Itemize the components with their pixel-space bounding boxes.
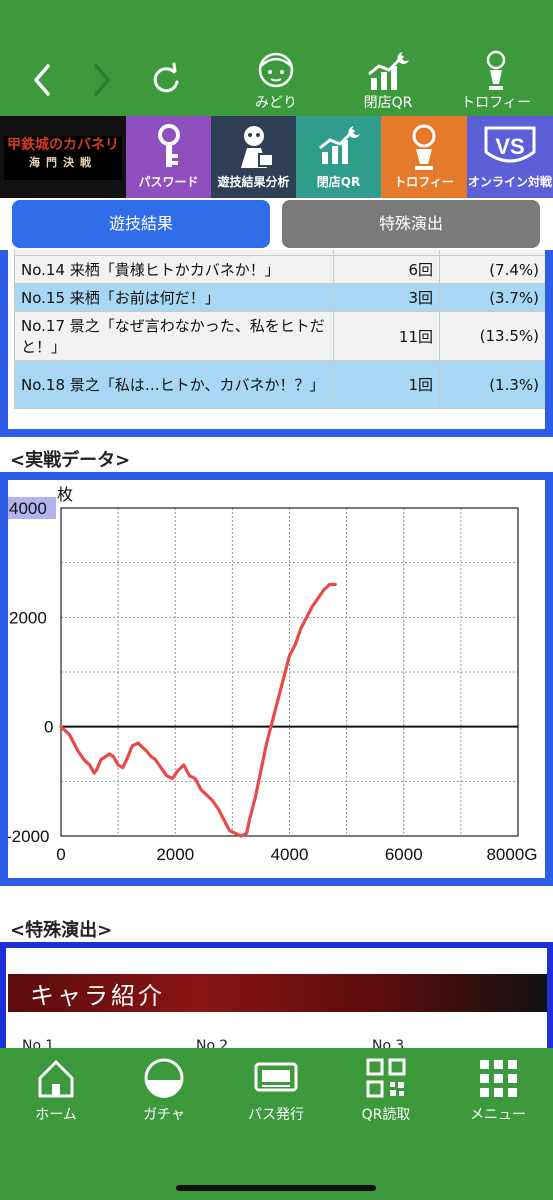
nav-qr-read[interactable]: QR読取 <box>336 1056 436 1124</box>
chart-moon-icon <box>318 126 360 164</box>
x-tick-label: 6000 <box>385 845 423 864</box>
tab-special[interactable]: 特殊演出 <box>282 200 540 248</box>
line-chart: 枚 4000 2000 0 -2000 0 2000 4000 6000 8000G <box>6 486 538 864</box>
reload-icon[interactable] <box>146 60 186 100</box>
logo-subtitle: 海門決戦 <box>29 156 97 169</box>
tab-results[interactable]: 遊技結果 <box>12 200 270 248</box>
row-pct: (3.7%) <box>439 283 545 312</box>
home-icon <box>38 1060 74 1098</box>
row-count: 3回 <box>333 283 440 312</box>
y-tick-label: 4000 <box>9 499 47 518</box>
y-tick-label: 0 <box>44 718 53 737</box>
row-name: No.14 来栖「貴様ヒトかカバネか！」 <box>14 255 334 284</box>
topbar-label: みどり <box>255 95 297 111</box>
table-row: No.14 来栖「貴様ヒトかカバネか！」 6回 (7.4%) <box>14 255 545 284</box>
nav-pass-issue[interactable]: パス発行 <box>226 1056 326 1124</box>
vs-icon: VS <box>484 126 536 163</box>
tile-game-logo[interactable]: 甲鉄城のカバネリ 海門決戦 <box>0 116 126 198</box>
tile-password[interactable]: パスワード <box>126 116 211 198</box>
chara-intro-title: キャラ紹介 <box>30 982 165 1010</box>
y-tick-label: -2000 <box>8 827 49 846</box>
tile-label: オンライン対戦 <box>467 175 552 189</box>
row-pct: (1.3%) <box>439 360 545 409</box>
key-icon <box>157 124 180 167</box>
chart-panel: 枚 4000 2000 0 -2000 0 2000 4000 6000 8000G <box>0 472 553 886</box>
results-panel: No.12 ... No.14 来栖「貴様ヒトかカバネか！」 6回 (7.4%)… <box>0 235 553 437</box>
chart-moon-icon <box>368 52 409 90</box>
tile-label: トロフィー <box>394 175 454 189</box>
topbar-close-qr[interactable]: 閉店QR <box>348 50 428 114</box>
y-tick-label: 2000 <box>9 608 47 627</box>
top-toolbar: みどり 閉店QR トロフィー <box>0 0 553 116</box>
tile-close-qr[interactable]: 閉店QR <box>296 116 381 198</box>
x-tick-label: 2000 <box>156 845 194 864</box>
nav-gacha[interactable]: ガチャ <box>114 1056 214 1124</box>
tile-label: 遊技結果分析 <box>217 175 290 189</box>
section-title-special: <特殊演出> <box>10 920 113 941</box>
back-arrow-icon[interactable] <box>24 60 64 100</box>
x-tick-label: 4000 <box>271 845 309 864</box>
row-name: No.18 景之「私は…ヒトか、カバネか！？」 <box>14 360 334 409</box>
x-tick-label: 8000G <box>486 845 537 864</box>
nav-menu[interactable]: メニュー <box>448 1056 548 1124</box>
tile-online-battle[interactable]: VS オンライン対戦 <box>467 116 553 198</box>
nav-label: ホーム <box>35 1107 77 1123</box>
gacha-icon <box>144 1058 184 1098</box>
analysis-figure-icon <box>240 126 274 168</box>
character-face-icon <box>258 52 294 88</box>
table-row: No.17 景之「なぜ言わなかった、私をヒトだと！」 11回 (13.5%) <box>14 311 545 361</box>
nav-home[interactable]: ホーム <box>6 1056 106 1124</box>
logo-title: 甲鉄城のカバネリ <box>7 137 119 153</box>
chara-intro-banner: キャラ紹介 <box>8 974 547 1012</box>
y-axis-unit-label: 枚 <box>57 486 73 504</box>
svg-text:VS: VS <box>495 134 524 159</box>
topbar-midori[interactable]: みどり <box>236 50 316 114</box>
home-indicator <box>176 1185 376 1191</box>
series-line <box>59 582 337 838</box>
row-count: 1回 <box>333 360 440 409</box>
row-name: No.17 景之「なぜ言わなかった、私をヒトだと！」 <box>14 311 334 361</box>
tab-bar: 遊技結果 特殊演出 <box>0 198 553 250</box>
nav-label: パス発行 <box>248 1107 304 1123</box>
row-name: No.15 来栖「お前は何だ！」 <box>14 283 334 312</box>
special-panel: キャラ紹介 No.1 No.2 No.3 <box>0 942 553 1052</box>
tile-label: 閉店QR <box>316 175 361 189</box>
nav-label: メニュー <box>470 1107 526 1123</box>
tile-trophy[interactable]: トロフィー <box>381 116 467 198</box>
bottom-nav: ホーム ガチャ パス発行 QR読取 メニュー <box>0 1048 553 1200</box>
section-title-battle-data: <実戦データ> <box>10 450 131 471</box>
row-count: 11回 <box>333 311 440 361</box>
tile-label: パスワード <box>138 175 199 189</box>
topbar-label: トロフィー <box>461 95 531 111</box>
trophy-figure-icon <box>486 50 506 90</box>
qr-icon <box>366 1058 406 1098</box>
game-logo: 甲鉄城のカバネリ 海門決戦 <box>4 136 122 180</box>
trophy-figure-icon <box>412 124 436 170</box>
forward-arrow-icon[interactable] <box>82 60 122 100</box>
feature-tiles: 甲鉄城のカバネリ 海門決戦 パスワード 遊技結果分析 閉店QR トロフィー VS… <box>0 116 553 198</box>
table-row: No.15 来栖「お前は何だ！」 3回 (3.7%) <box>14 283 545 312</box>
row-pct: (13.5%) <box>439 311 545 361</box>
push-icon <box>254 1062 298 1092</box>
table-row: No.18 景之「私は…ヒトか、カバネか！？」 1回 (1.3%) <box>14 360 545 409</box>
tile-analysis[interactable]: 遊技結果分析 <box>211 116 296 198</box>
topbar-trophy[interactable]: トロフィー <box>456 50 536 114</box>
nav-label: QR読取 <box>361 1107 411 1123</box>
row-count: 6回 <box>333 255 440 284</box>
menu-grid-icon <box>480 1060 517 1097</box>
results-table: No.12 ... No.14 来栖「貴様ヒトかカバネか！」 6回 (7.4%)… <box>14 235 545 409</box>
row-pct: (7.4%) <box>439 255 545 284</box>
topbar-label: 閉店QR <box>363 95 413 111</box>
nav-label: ガチャ <box>143 1107 185 1123</box>
x-tick-label: 0 <box>56 845 65 864</box>
